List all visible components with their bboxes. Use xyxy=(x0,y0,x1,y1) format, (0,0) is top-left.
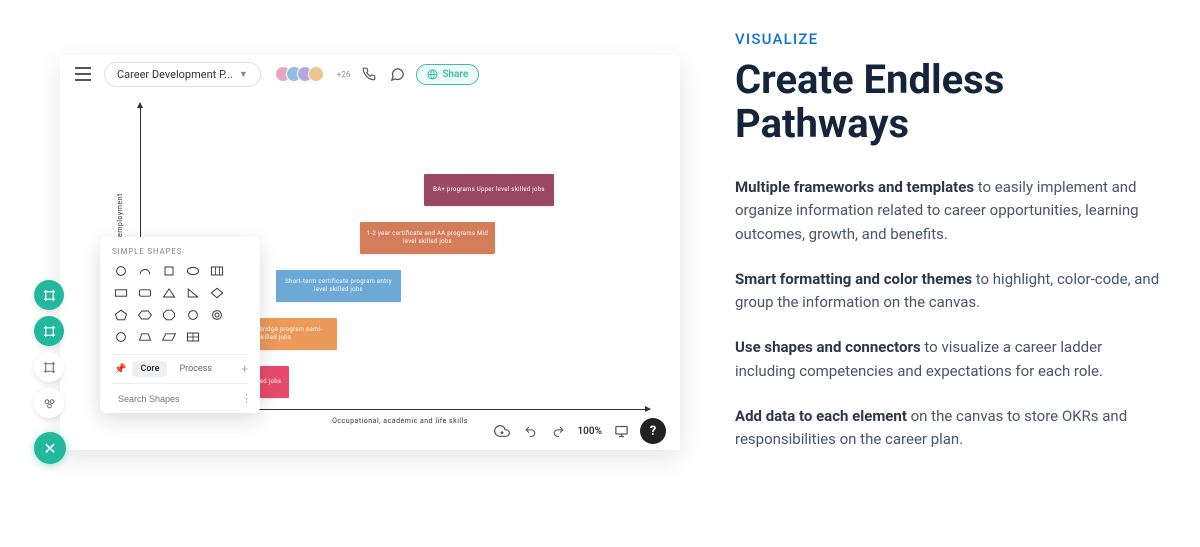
chevron-down-icon: ▼ xyxy=(239,69,248,80)
presentation-icon[interactable] xyxy=(612,422,630,440)
right-triangle-shape[interactable] xyxy=(184,286,202,300)
collaborator-count: +26 xyxy=(337,70,351,79)
shape-search: ⋮ xyxy=(112,392,248,405)
share-button[interactable]: Share xyxy=(416,64,479,85)
step-box[interactable]: Short-term certificate program entry lev… xyxy=(276,270,401,302)
square-shape[interactable] xyxy=(160,264,178,278)
octagon-shape[interactable] xyxy=(160,308,178,322)
close-rail-button[interactable]: ✕ xyxy=(34,432,66,464)
topbar: Career Development P... ▼ +26 xyxy=(60,55,680,93)
redo-icon[interactable] xyxy=(549,422,567,440)
more-options-icon[interactable]: ⋮ xyxy=(241,392,253,405)
diamond-shape[interactable] xyxy=(208,286,226,300)
feature-paragraph: Multiple frameworks and templates to eas… xyxy=(735,176,1160,246)
step-box[interactable]: BA+ programs Upper level skilled jobs xyxy=(424,174,554,206)
circle-outline-shape[interactable] xyxy=(184,308,202,322)
triangle-shape[interactable] xyxy=(160,286,178,300)
marketing-copy: VISUALIZE Create Endless Pathways Multip… xyxy=(730,0,1200,547)
frame-tool-button-2[interactable] xyxy=(34,316,64,346)
tab-core[interactable]: Core xyxy=(132,361,167,377)
call-icon[interactable] xyxy=(360,65,378,83)
comment-icon[interactable] xyxy=(388,65,406,83)
shape-category-tabs: 📌 Core Process + xyxy=(112,354,248,384)
rectangle-shape[interactable] xyxy=(112,286,130,300)
share-label: Share xyxy=(442,69,468,80)
shapes-panel-title: SIMPLE SHAPES xyxy=(112,247,248,256)
arc-shape[interactable] xyxy=(136,264,154,278)
help-button[interactable]: ? xyxy=(640,418,666,444)
side-toolbar xyxy=(34,280,64,418)
grid-tool-button[interactable] xyxy=(34,352,64,382)
circle-shape-2[interactable] xyxy=(112,330,130,344)
hexagon-shape[interactable] xyxy=(136,308,154,322)
parallelogram-shape[interactable] xyxy=(160,330,178,344)
app-window: Career Development P... ▼ +26 xyxy=(60,55,680,450)
shape-grid xyxy=(112,264,248,344)
circle-shape[interactable] xyxy=(112,264,130,278)
add-category-button[interactable]: + xyxy=(241,362,248,376)
frame-tool-button[interactable] xyxy=(34,280,64,310)
avatar xyxy=(308,66,324,82)
search-shapes-input[interactable] xyxy=(118,394,235,404)
page-heading: Create Endless Pathways xyxy=(735,58,1160,146)
collaborator-avatars[interactable] xyxy=(275,66,324,82)
pin-icon[interactable]: 📌 xyxy=(112,364,128,375)
rounded-rect-shape[interactable] xyxy=(136,286,154,300)
trapezoid-shape[interactable] xyxy=(136,330,154,344)
feature-paragraph: Add data to each element on the canvas t… xyxy=(735,405,1160,452)
ellipse-shape[interactable] xyxy=(184,264,202,278)
zoom-level[interactable]: 100% xyxy=(577,426,602,437)
grid-shape[interactable] xyxy=(184,330,202,344)
shapes-panel: SIMPLE SHAPES xyxy=(100,237,260,413)
cloud-sync-icon[interactable] xyxy=(493,422,511,440)
document-title-dropdown[interactable]: Career Development P... ▼ xyxy=(104,62,261,87)
tab-process[interactable]: Process xyxy=(171,361,220,377)
document-title: Career Development P... xyxy=(117,68,233,81)
eyebrow: VISUALIZE xyxy=(735,30,1160,48)
undo-icon[interactable] xyxy=(521,422,539,440)
status-bar: 100% ? xyxy=(493,418,666,444)
step-box[interactable]: 1-2 year certificate and AA programs Mid… xyxy=(360,222,495,254)
menu-button[interactable] xyxy=(70,61,96,87)
feature-paragraph: Smart formatting and color themes to hig… xyxy=(735,268,1160,315)
feature-paragraph: Use shapes and connectors to visualize a… xyxy=(735,336,1160,383)
cluster-tool-button[interactable] xyxy=(34,388,64,418)
table-shape[interactable] xyxy=(208,264,226,278)
pentagon-shape[interactable] xyxy=(112,308,130,322)
ring-shape[interactable] xyxy=(208,308,226,322)
